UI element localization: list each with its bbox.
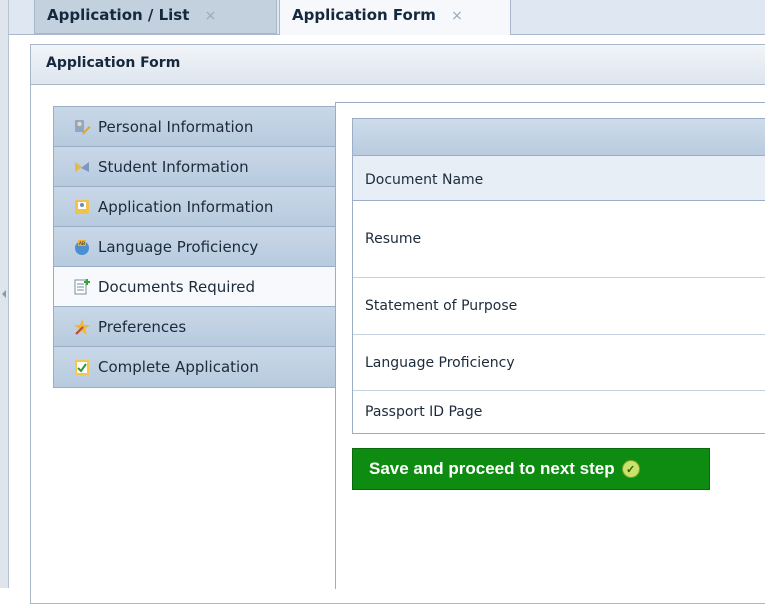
step-label: Student Information xyxy=(98,157,249,176)
table-row: Passport ID Page xyxy=(353,391,765,433)
save-and-proceed-button[interactable]: Save and proceed to next step ✓ xyxy=(352,448,710,490)
tab-label: Application Form xyxy=(292,6,436,24)
svg-text:AB: AB xyxy=(79,241,85,247)
close-icon[interactable]: × xyxy=(205,8,217,24)
document-name: Passport ID Page xyxy=(365,404,483,420)
left-splitter[interactable] xyxy=(0,0,9,588)
table-row: Resume xyxy=(353,201,765,278)
step-label: Application Information xyxy=(98,197,274,216)
check-circle-icon: ✓ xyxy=(621,460,640,478)
collapse-arrow-icon[interactable] xyxy=(2,290,6,298)
document-name: Language Proficiency xyxy=(365,354,515,371)
step-label: Personal Information xyxy=(98,117,254,136)
documents-table: Document Name Resume Statement of Purpos… xyxy=(352,118,765,434)
application-info-icon xyxy=(72,197,92,217)
documents-content: Document Name Resume Statement of Purpos… xyxy=(335,102,765,589)
table-row: Statement of Purpose xyxy=(353,278,765,335)
language-globe-icon: AB xyxy=(72,237,92,257)
person-edit-icon xyxy=(72,117,92,137)
table-banner xyxy=(353,119,765,156)
step-application-information[interactable]: Application Information xyxy=(54,187,336,227)
preferences-star-icon xyxy=(72,317,92,337)
step-personal-information[interactable]: Personal Information xyxy=(54,107,336,147)
tab-application-form[interactable]: Application Form × xyxy=(279,0,511,35)
student-icon xyxy=(72,157,92,177)
step-preferences[interactable]: Preferences xyxy=(54,307,336,347)
tab-label: Application / List xyxy=(47,6,190,24)
step-label: Complete Application xyxy=(98,358,259,376)
step-label: Preferences xyxy=(98,317,187,336)
step-student-information[interactable]: Student Information xyxy=(54,147,336,187)
document-name: Resume xyxy=(365,231,422,247)
document-add-icon xyxy=(72,277,92,297)
tab-bar: Application / List × Application Form × xyxy=(9,0,765,35)
step-documents-required[interactable]: Documents Required xyxy=(54,267,336,307)
column-header-document-name: Document Name xyxy=(353,156,765,201)
step-label: Documents Required xyxy=(98,277,256,296)
table-row: Language Proficiency xyxy=(353,335,765,391)
step-complete-application[interactable]: Complete Application xyxy=(54,347,336,387)
tab-application-list[interactable]: Application / List × xyxy=(34,0,277,34)
step-navigation: Personal Information Student Information… xyxy=(53,106,336,388)
close-icon[interactable]: × xyxy=(451,8,463,24)
step-language-proficiency[interactable]: AB Language Proficiency xyxy=(54,227,336,267)
panel-title: Application Form xyxy=(31,45,765,85)
checklist-icon xyxy=(72,357,92,377)
step-label: Language Proficiency xyxy=(98,237,259,256)
document-name: Statement of Purpose xyxy=(365,298,518,314)
save-button-label: Save and proceed to next step xyxy=(369,459,615,478)
